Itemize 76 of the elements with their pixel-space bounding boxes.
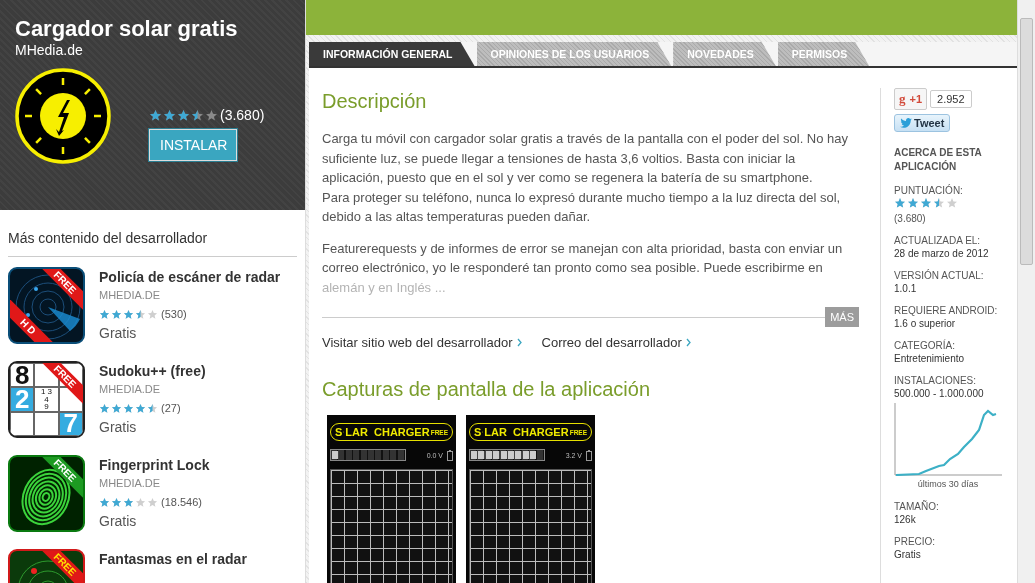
app-price: Gratis [99,325,138,341]
sudoku-digit: 2 [10,387,35,412]
battery-icon [447,449,453,461]
star-icon [99,402,110,414]
fact-value: Entretenimiento [894,352,966,365]
star-icon [135,496,146,508]
about-heading: ACERCA DE ESTA APLICACIÓN [894,146,983,174]
fact-label: VERSIÓN ACTUAL: [894,269,985,282]
fact-value: Gratis [894,548,922,561]
section-heading: Más contenido del desarrollador [8,230,297,257]
sun-bolt-logo-icon [15,68,111,164]
star-icon [933,197,945,209]
description-paragraph: Featurerequests y de informes de error se manejan con alta prioridad, basta con enviar un correo electrónico, yo le responderé tan pronto como sea posible. Puede escribirme en alemán y en Inglés ... [322,239,844,297]
star-icon [99,496,110,508]
fact-label: CATEGORÍA: [894,339,956,352]
app-name-link[interactable]: Fantasmas en el radar [99,551,247,567]
fact-value: 28 de marzo de 2012 [894,247,990,260]
chevron-icon [516,338,522,347]
developer-name: MHedia.de [15,42,84,58]
star-icon [111,402,122,414]
bird-icon [900,118,912,128]
plus-one-count: 2.952 [930,90,972,108]
section-heading: Capturas de pantalla de la aplicación [322,378,651,401]
star-icon [920,197,932,209]
star-icon [111,496,122,508]
star-icon [123,308,134,320]
developer-link[interactable]: Visitar sitio web del desarrollador [322,335,522,350]
star-icon [946,197,958,209]
star-icon [99,308,110,320]
rating-count: (3.680) [894,212,927,225]
rating-count: (3.680) [220,107,265,123]
description-paragraph: Carga tu móvil con cargador solar gratis a través de la pantalla con el poder del sol. No hay suficiente luz, se puede llegar a tensiones de hasta 3,6 voltios. Basta con iniciar la aplicación, puesto que en el sol y ver como se regenera la batería de su smartphone. Para proteger su teléfono, nunca lo expresó durante mucho tiempo a la luz directa del sol, debido a las altas temperaturas pueden dañar. [322,130,850,226]
app-price: Gratis [99,419,138,435]
rating-count: (27) [161,402,181,414]
fact-value: 1.0.1 [894,282,918,295]
developer-link[interactable]: Correo del desarrollador [541,335,691,350]
section-heading: Descripción [322,90,428,113]
plus-one-button[interactable]: g +1 [894,88,928,110]
fact-value: 126k [894,513,917,526]
fact-label: PRECIO: [894,535,937,548]
star-icon [205,108,218,122]
app-developer: MHEDIA.DE [99,383,162,395]
star-icon [135,402,146,414]
rating-count: (530) [161,308,187,320]
star-icon [123,496,134,508]
fact-value: 1.6 o superior [894,317,957,330]
app-developer: MHEDIA.DE [99,289,162,301]
tab[interactable]: INFORMACIÓN GENERAL [309,42,475,66]
app-price: Gratis [99,513,138,529]
fact-label: PUNTUACIÓN: [894,184,964,197]
fact-label: ACTUALIZADA EL: [894,234,982,247]
app-developer: MHEDIA.DE [99,477,162,489]
app-name-link[interactable]: Policía de escáner de radar [99,269,281,285]
star-icon [111,308,122,320]
fact-label: INSTALACIONES: [894,374,978,387]
star-icon [123,402,134,414]
star-icon [894,197,906,209]
fact-label: REQUIERE ANDROID: [894,304,999,317]
chevron-icon [685,338,691,347]
star-icon [177,108,190,122]
star-icon [907,197,919,209]
chart-caption: últimos 30 días [916,478,980,491]
star-icon [149,108,162,122]
battery-icon [586,449,592,461]
rating-count: (18.546) [161,496,202,508]
star-icon [147,308,158,320]
sudoku-digit: 1 3 4 9 [34,387,59,412]
app-name-link[interactable]: Sudoku++ (free) [99,363,206,379]
tweet-button[interactable]: Tweet [894,114,951,132]
fact-value: 500.000 - 1.000.000 [894,387,985,400]
fact-label: TAMAÑO: [894,500,940,513]
app-name-link[interactable]: Fingerprint Lock [99,457,210,473]
star-icon [147,496,158,508]
app-title: Cargador solar gratis [15,16,239,42]
star-icon [163,108,176,122]
scrollbar[interactable] [1017,0,1035,583]
